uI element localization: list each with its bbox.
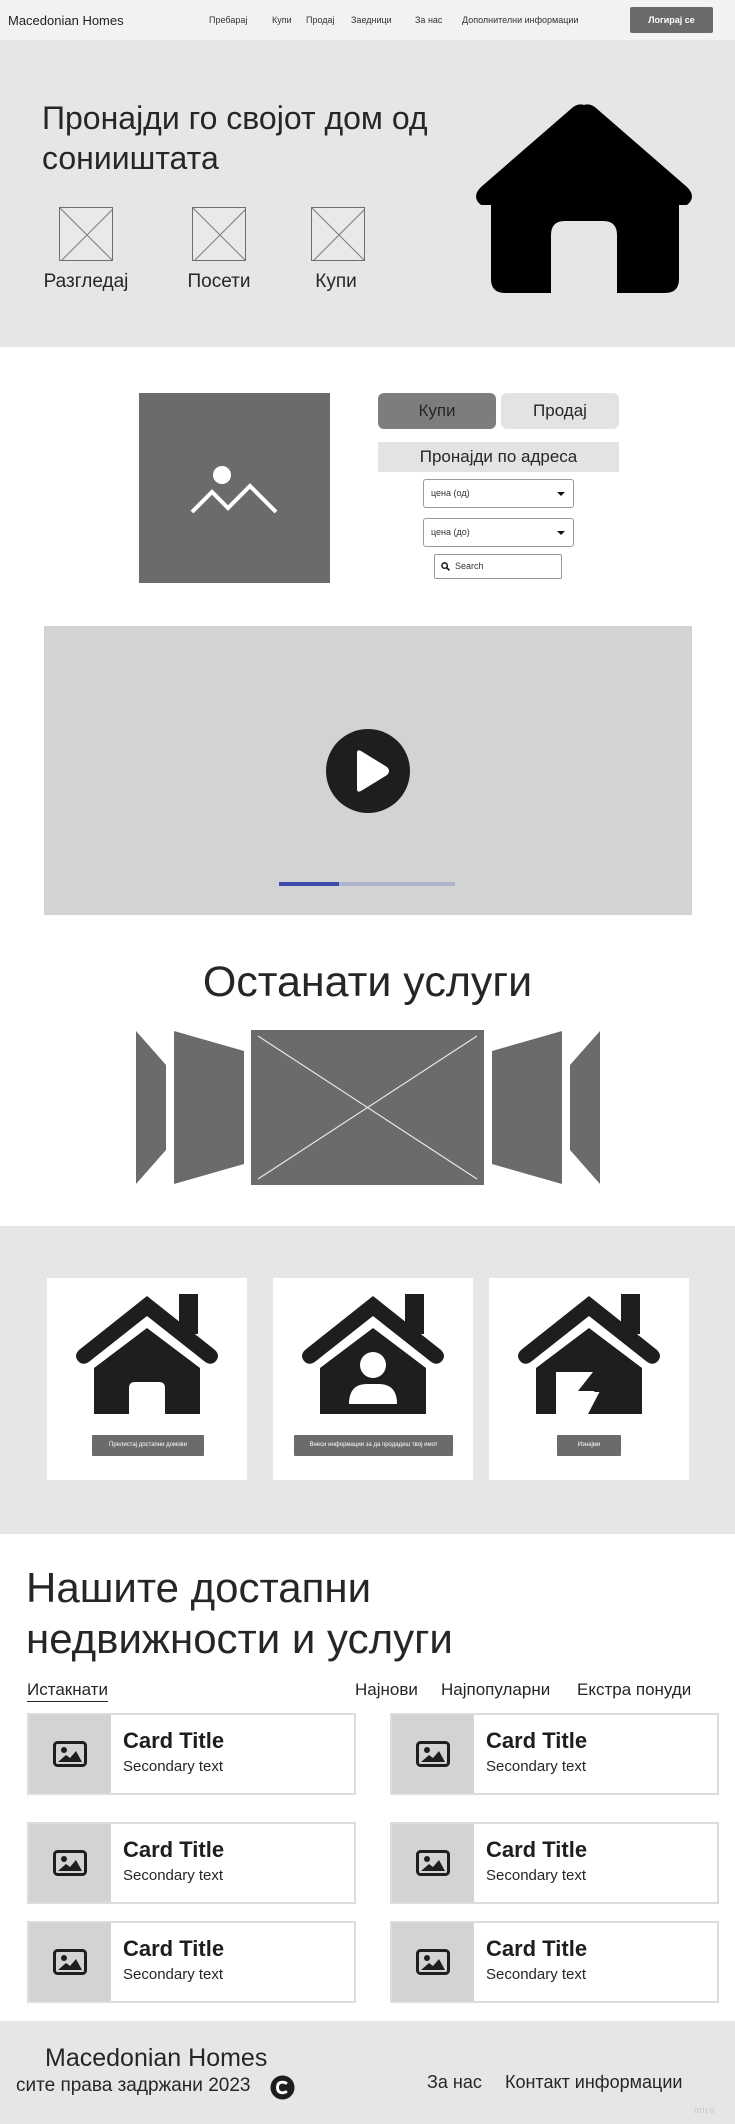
image-placeholder-icon[interactable]: [59, 207, 113, 261]
rent-button[interactable]: Изнајми: [557, 1435, 621, 1456]
video-progress-fill: [279, 882, 339, 886]
price-to-value: цена (до): [431, 527, 470, 537]
card-subtitle: Secondary text: [486, 1966, 587, 1983]
card-title: Card Title: [123, 1837, 225, 1862]
house-icon: [476, 104, 692, 293]
house-icon: [76, 1294, 218, 1414]
card-subtitle: Secondary text: [486, 1867, 587, 1884]
card-subtitle: Secondary text: [123, 1758, 224, 1775]
nav-link-search[interactable]: Пребарај: [209, 15, 247, 25]
card-title: Card Title: [486, 1728, 588, 1753]
listing-card[interactable]: Card Title Secondary text: [27, 1921, 356, 2003]
image-icon: [53, 1850, 87, 1876]
sell-property-button[interactable]: Внеси информации за да продадеш твој имо…: [294, 1435, 453, 1456]
card-thumbnail: [392, 1923, 474, 2001]
card-title: Card Title: [486, 1837, 588, 1862]
card-thumbnail: [29, 1923, 111, 2001]
card-subtitle: Secondary text: [123, 1966, 224, 1983]
brand-logo-text[interactable]: Macedonian Homes: [8, 13, 124, 28]
login-button[interactable]: Логирај се: [630, 7, 713, 33]
tab-sell[interactable]: Продај: [501, 393, 619, 429]
miro-watermark: miro: [694, 2105, 716, 2115]
nav-link-sell[interactable]: Продај: [306, 15, 335, 25]
features-section: Прелистај достапни домови Внеси информац…: [0, 1226, 735, 1534]
hero-section: Пронајди го својот дом од сонииштата Раз…: [0, 41, 735, 347]
footer-link-contact[interactable]: Контакт информации: [505, 2072, 682, 2093]
card-thumbnail: [29, 1824, 111, 1902]
card-title: Card Title: [123, 1728, 225, 1753]
image-icon: [416, 1949, 450, 1975]
price-to-select[interactable]: цена (до): [423, 518, 574, 547]
find-by-address-label: Пронајди по адреса: [378, 442, 619, 472]
carousel-next-far-slide[interactable]: [570, 1031, 600, 1184]
tab-buy[interactable]: Купи: [378, 393, 496, 429]
image-placeholder-icon[interactable]: [192, 207, 246, 261]
house-user-icon: [302, 1294, 444, 1414]
property-image: [139, 393, 330, 583]
top-navbar: Macedonian Homes Пребарај Купи Продај За…: [0, 0, 735, 41]
card-thumbnail: [392, 1715, 474, 1793]
listings-title: Нашите достапни недвижности и услуги: [26, 1564, 453, 1662]
card-subtitle: Secondary text: [123, 1867, 224, 1884]
card-title: Card Title: [486, 1936, 588, 1961]
buy-label[interactable]: Купи: [271, 271, 401, 293]
feature-card-rent: Изнајми: [489, 1278, 689, 1480]
card-thumbnail: [392, 1824, 474, 1902]
listing-card[interactable]: Card Title Secondary text: [27, 1822, 356, 1904]
house-broken-icon: [518, 1294, 660, 1414]
image-icon: [416, 1741, 450, 1767]
hero-title: Пронајди го својот дом од сонииштата: [42, 100, 428, 176]
services-title: Останати услуги: [202, 958, 533, 1006]
image-placeholder-icon[interactable]: [311, 207, 365, 261]
image-icon: [53, 1949, 87, 1975]
filter-featured[interactable]: Истакнати: [27, 1680, 108, 1702]
carousel-prev-slide[interactable]: [174, 1031, 244, 1184]
carousel-prev-far-slide[interactable]: [136, 1031, 166, 1184]
card-subtitle: Secondary text: [486, 1758, 587, 1775]
nav-link-communities[interactable]: Заедници: [351, 15, 392, 25]
search-icon: [441, 562, 450, 571]
footer-brand: Macedonian Homes: [45, 2044, 268, 2072]
filter-most-popular[interactable]: Најпопуларни: [441, 1680, 550, 1700]
browse-homes-button[interactable]: Прелистај достапни домови: [92, 1435, 204, 1456]
feature-card-browse: Прелистај достапни домови: [47, 1278, 247, 1480]
play-icon[interactable]: [325, 728, 411, 814]
card-thumbnail: [29, 1715, 111, 1793]
image-icon: [416, 1850, 450, 1876]
carousel-next-slide[interactable]: [492, 1031, 562, 1184]
listing-card[interactable]: Card Title Secondary text: [27, 1713, 356, 1795]
chevron-down-icon: [557, 531, 565, 535]
footer-link-about[interactable]: За нас: [427, 2072, 482, 2093]
listing-card[interactable]: Card Title Secondary text: [390, 1921, 719, 2003]
footer-copyright: сите права задржани 2023: [16, 2075, 251, 2096]
browse-label[interactable]: Разгледај: [21, 271, 151, 293]
image-icon: [53, 1741, 87, 1767]
services-carousel[interactable]: [133, 1029, 603, 1186]
card-title: Card Title: [123, 1936, 225, 1961]
chevron-down-icon: [557, 492, 565, 496]
nav-link-buy[interactable]: Купи: [272, 15, 292, 25]
video-progress-bar[interactable]: [279, 882, 455, 886]
copyright-icon: [270, 2075, 295, 2100]
image-icon: [190, 466, 278, 514]
feature-card-sell: Внеси информации за да продадеш твој имо…: [273, 1278, 473, 1480]
footer: Macedonian Homes сите права задржани 202…: [0, 2021, 735, 2124]
listing-card[interactable]: Card Title Secondary text: [390, 1713, 719, 1795]
price-from-select[interactable]: цена (од): [423, 479, 574, 508]
video-player[interactable]: [44, 626, 692, 915]
nav-link-about[interactable]: За нас: [415, 15, 442, 25]
nav-link-more-info[interactable]: Дополнителни информации: [462, 15, 578, 25]
price-from-value: цена (од): [431, 488, 470, 498]
listing-card[interactable]: Card Title Secondary text: [390, 1822, 719, 1904]
filter-extra-offers[interactable]: Екстра понуди: [577, 1680, 691, 1700]
search-input[interactable]: Search: [434, 554, 562, 579]
search-placeholder: Search: [455, 561, 484, 571]
filter-newest[interactable]: Најнови: [355, 1680, 418, 1700]
visit-label[interactable]: Посети: [154, 271, 284, 293]
